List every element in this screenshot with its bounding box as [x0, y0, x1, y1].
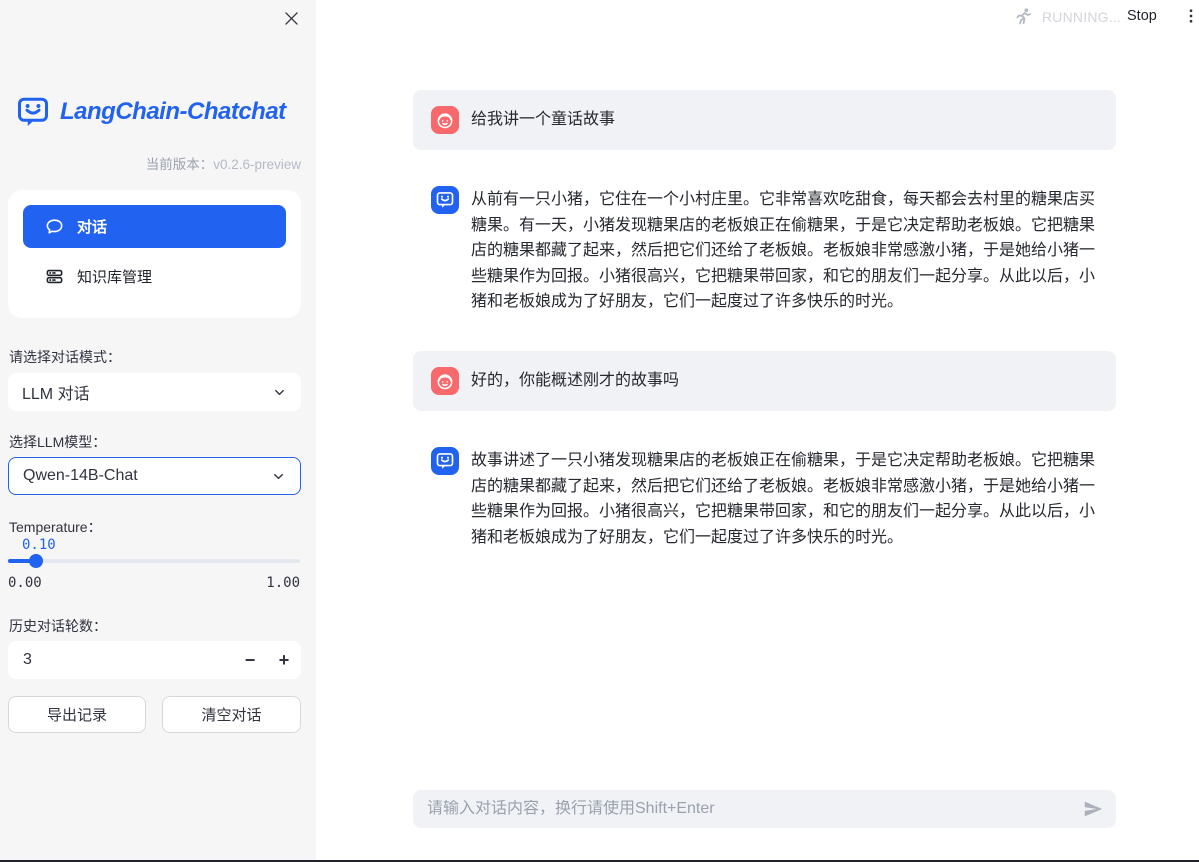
running-status-icon: [1012, 6, 1034, 28]
chat-icon: [45, 217, 64, 236]
user-message-text: 给我讲一个童话故事: [471, 106, 615, 133]
app-logo: LangChain-Chatchat: [14, 94, 286, 130]
sidebar-item-knowledge-base[interactable]: 知识库管理: [23, 255, 286, 298]
chat-bubble-smiley-icon: [435, 190, 455, 210]
export-history-button[interactable]: 导出记录: [8, 696, 146, 733]
history-rounds-label: 历史对话轮数：: [9, 616, 107, 636]
user-avatar: [431, 367, 459, 395]
assistant-message-text: 故事讲述了一只小猪发现糖果店的老板娘正在偷糖果，于是它决定帮助老板娘。它把糖果店…: [471, 447, 1098, 550]
kebab-menu-button[interactable]: [1182, 7, 1199, 27]
history-rounds-input[interactable]: 3 − +: [8, 641, 301, 679]
temperature-slider[interactable]: [8, 559, 300, 563]
close-icon: [282, 9, 301, 28]
user-face-icon: [435, 371, 455, 391]
llm-model-label: 选择LLM模型：: [9, 432, 106, 452]
user-avatar: [431, 106, 459, 134]
version-line: 当前版本：v0.2.6-preview: [146, 153, 301, 173]
close-sidebar-button[interactable]: [282, 9, 301, 28]
app-title: LangChain-Chatchat: [60, 98, 286, 126]
temperature-value: 0.10: [22, 537, 56, 553]
chat-message-user: 给我讲一个童话故事: [413, 90, 1116, 150]
llm-model-value: Qwen-14B-Chat: [23, 467, 271, 485]
assistant-avatar: [431, 447, 459, 475]
decrement-button[interactable]: −: [233, 641, 267, 679]
sidebar: LangChain-Chatchat 当前版本：v0.2.6-preview 对…: [0, 0, 316, 862]
dialog-mode-select[interactable]: LLM 对话: [8, 373, 301, 411]
sidebar-item-label: 知识库管理: [77, 266, 152, 287]
chevron-down-icon: [271, 469, 286, 484]
kebab-icon: [1182, 7, 1199, 25]
slider-min-label: 0.00: [8, 575, 42, 591]
user-message-text: 好的，你能概述刚才的故事吗: [471, 367, 679, 394]
assistant-avatar: [431, 186, 459, 214]
chat-message-user: 好的，你能概述刚才的故事吗: [413, 351, 1116, 411]
chat-message-assistant: 从前有一只小猪，它住在一个小村庄里。它非常喜欢吃甜食，每天都会去村里的糖果店买糖…: [413, 180, 1116, 321]
chat-bubble-smiley-icon: [435, 451, 455, 471]
running-status-text: RUNNING...: [1042, 9, 1121, 25]
dialog-mode-value: LLM 对话: [22, 380, 272, 404]
stop-button[interactable]: Stop: [1127, 8, 1157, 24]
server-stack-icon: [45, 267, 64, 286]
dialog-mode-label: 请选择对话模式：: [9, 347, 121, 367]
top-header: RUNNING... Stop: [316, 0, 1199, 40]
chat-message-assistant: 故事讲述了一只小猪发现糖果店的老板娘正在偷糖果，于是它决定帮助老板娘。它把糖果店…: [413, 441, 1116, 556]
chevron-down-icon: [272, 385, 287, 400]
sidebar-item-label: 对话: [77, 216, 107, 237]
nav-card: 对话 知识库管理: [8, 190, 301, 318]
clear-dialogue-button[interactable]: 清空对话: [162, 696, 301, 733]
history-rounds-value: 3: [8, 651, 233, 669]
increment-button[interactable]: +: [267, 641, 301, 679]
llm-model-select[interactable]: Qwen-14B-Chat: [8, 457, 301, 495]
temperature-label: Temperature：: [9, 517, 102, 537]
version-value: v0.2.6-preview: [213, 157, 301, 172]
send-icon: [1082, 798, 1104, 820]
main-area: RUNNING... Stop 给我讲一个童话故事: [316, 0, 1199, 862]
temperature-slider-thumb[interactable]: [29, 554, 43, 568]
slider-max-label: 1.00: [266, 575, 300, 591]
assistant-message-text: 从前有一只小猪，它住在一个小村庄里。它非常喜欢吃甜食，每天都会去村里的糖果店买糖…: [471, 186, 1098, 315]
send-button[interactable]: [1082, 798, 1104, 820]
chat-input-bar: [413, 790, 1116, 828]
version-label: 当前版本：: [146, 157, 214, 172]
user-face-icon: [435, 110, 455, 130]
chat-area: 给我讲一个童话故事 从前有一只小猪，它住在一个小村庄里。它非常喜欢吃甜食，每天都…: [413, 90, 1116, 586]
chat-bubble-smiley-icon: [14, 94, 52, 130]
chat-input[interactable]: [427, 800, 1082, 818]
sidebar-item-dialogue[interactable]: 对话: [23, 205, 286, 248]
